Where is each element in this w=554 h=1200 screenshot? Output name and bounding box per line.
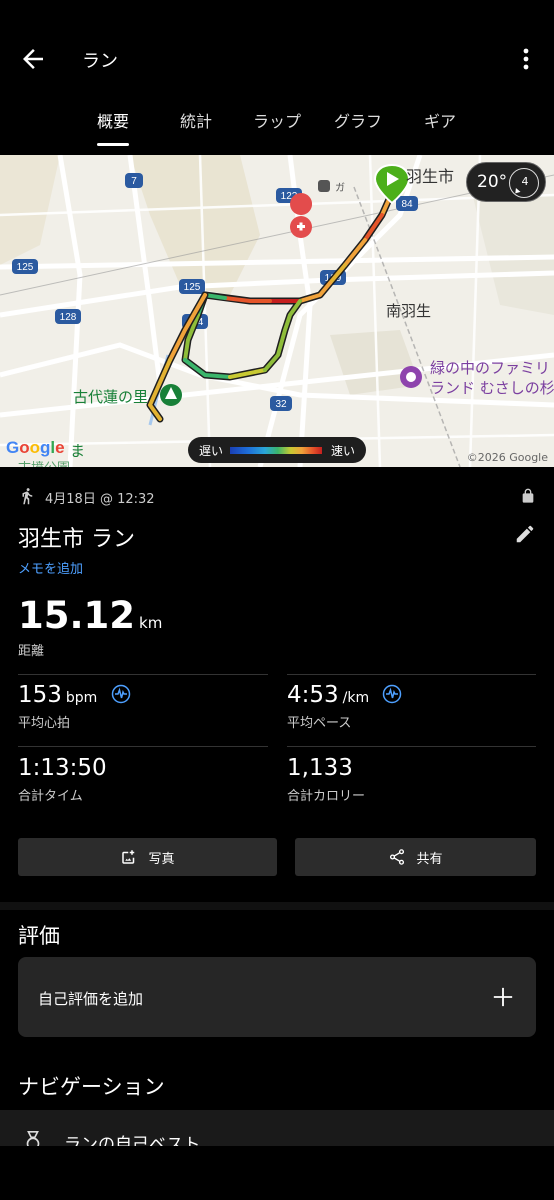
weather-temperature: 20°	[477, 172, 508, 192]
app-header: ラン	[0, 0, 554, 100]
svg-text:125: 125	[17, 262, 34, 273]
divider	[18, 746, 268, 747]
wind-speed: 4	[521, 175, 529, 188]
map-label-south-hanyu: 南羽生	[386, 302, 432, 320]
heart-rate-value: 153	[18, 682, 62, 708]
medal-icon	[26, 1131, 40, 1146]
add-self-rating-label: 自己評価を追加	[38, 990, 144, 1008]
more-vert-icon	[523, 48, 529, 70]
map-copyright: ©2026 Google	[466, 451, 548, 464]
svg-text:32: 32	[275, 399, 287, 410]
map-label-family-land-line2: ランド むさしの杉	[430, 379, 554, 397]
road-shield-125-center: 125	[179, 279, 205, 294]
tab-laps[interactable]: ラップ	[253, 108, 301, 132]
add-memo-link[interactable]: メモを追加	[18, 558, 83, 577]
map-label-park: 古墳公園	[18, 457, 70, 467]
tab-overview[interactable]: 概要	[97, 108, 129, 132]
add-photo-icon	[122, 850, 135, 864]
pace-label: 平均ペース	[287, 716, 352, 731]
train-station-icon: ガ	[318, 180, 345, 194]
calories-value: 1,133	[287, 755, 353, 781]
svg-text:7: 7	[131, 176, 137, 187]
add-self-rating-card[interactable]: 自己評価を追加	[18, 957, 536, 1037]
map-base: 7 125 128 122 364 129 84 125 32 ガ	[0, 155, 554, 467]
pace-zone-icon[interactable]	[382, 684, 402, 704]
svg-text:125: 125	[184, 282, 201, 293]
svg-text:ガ: ガ	[335, 182, 345, 194]
rating-section-title: 評価	[18, 924, 60, 948]
edit-pencil-icon[interactable]	[514, 523, 536, 545]
photo-button-label: 写真	[148, 852, 175, 867]
stat-pace: 4:53/km 平均ペース	[287, 682, 402, 731]
hospital-marker-icon[interactable]	[290, 193, 313, 238]
distance-value: 15.12 km	[18, 594, 163, 637]
activity-title: 羽生市 ラン	[18, 527, 135, 552]
tab-bar: 概要 統計 ラップ グラフ ギア	[0, 100, 554, 150]
add-photo-button[interactable]: 写真	[18, 838, 277, 876]
road-shield-128: 128	[55, 309, 81, 324]
weather-badge: 20° 4	[466, 162, 546, 202]
tab-graph[interactable]: グラフ	[334, 108, 382, 132]
tab-gear[interactable]: ギア	[424, 108, 456, 132]
route-map[interactable]: 7 125 128 122 364 129 84 125 32 ガ 羽生市 南羽…	[0, 155, 554, 467]
personal-best-row[interactable]: ランの自己ベスト	[0, 1110, 554, 1146]
wind-icon: 4	[509, 168, 539, 198]
road-shield-84: 84	[396, 196, 418, 211]
distance-label: 距離	[18, 644, 45, 659]
page-title: ラン	[82, 51, 118, 72]
map-label-family-land-line1: 緑の中のファミリ	[430, 359, 551, 377]
road-shield-32: 32	[270, 396, 292, 411]
attraction-pin-icon[interactable]	[400, 366, 422, 388]
more-options-button[interactable]	[514, 44, 538, 74]
heart-rate-label: 平均心拍	[18, 716, 71, 731]
map-label-city: 羽生市	[406, 167, 455, 186]
google-logo: Google	[6, 438, 65, 457]
pace-value: 4:53	[287, 682, 339, 708]
share-button[interactable]: 共有	[295, 838, 536, 876]
heart-rate-unit: bpm	[65, 690, 98, 706]
map-label-suffix: ま	[70, 442, 86, 460]
tab-stats[interactable]: 統計	[180, 108, 212, 132]
personal-best-label: ランの自己ベスト	[64, 1135, 201, 1146]
plus-icon	[493, 987, 513, 1007]
heart-rate-zone-icon[interactable]	[111, 684, 131, 704]
divider	[287, 674, 536, 675]
legend-color-bar	[230, 447, 322, 454]
share-icon	[390, 849, 405, 865]
running-person-icon	[22, 488, 33, 505]
bottom-system-bar	[0, 1146, 554, 1200]
road-shield-7: 7	[125, 173, 143, 188]
activity-date: 4月18日 @ 12:32	[45, 492, 155, 507]
lock-icon[interactable]	[520, 487, 536, 505]
tab-indicator	[97, 143, 129, 146]
navigation-section-title: ナビゲーション	[18, 1075, 165, 1099]
divider	[18, 674, 268, 675]
stat-heart-rate: 153 bpm 平均心拍	[18, 682, 131, 731]
pace-legend: 遅い 速い	[188, 437, 366, 463]
total-time-label: 合計タイム	[18, 789, 83, 804]
stat-calories: 1,133 合計カロリー	[287, 755, 365, 804]
stat-total-time: 1:13:50 合計タイム	[18, 755, 107, 804]
calories-label: 合計カロリー	[287, 789, 366, 804]
share-button-label: 共有	[416, 852, 443, 867]
legend-slow-label: 遅い	[199, 444, 224, 458]
svg-text:128: 128	[60, 312, 77, 323]
arrow-left-icon	[23, 49, 43, 69]
divider	[287, 746, 536, 747]
road-shield-125-west: 125	[12, 259, 38, 274]
map-label-kodai-hasu: 古代蓮の里	[73, 388, 149, 406]
total-time-value: 1:13:50	[18, 755, 107, 781]
section-divider	[0, 902, 554, 910]
svg-text:84: 84	[401, 199, 413, 210]
pace-unit: /km	[342, 690, 370, 706]
park-pin-icon[interactable]	[160, 384, 182, 406]
legend-fast-label: 速い	[330, 444, 355, 458]
back-button[interactable]	[18, 44, 48, 74]
